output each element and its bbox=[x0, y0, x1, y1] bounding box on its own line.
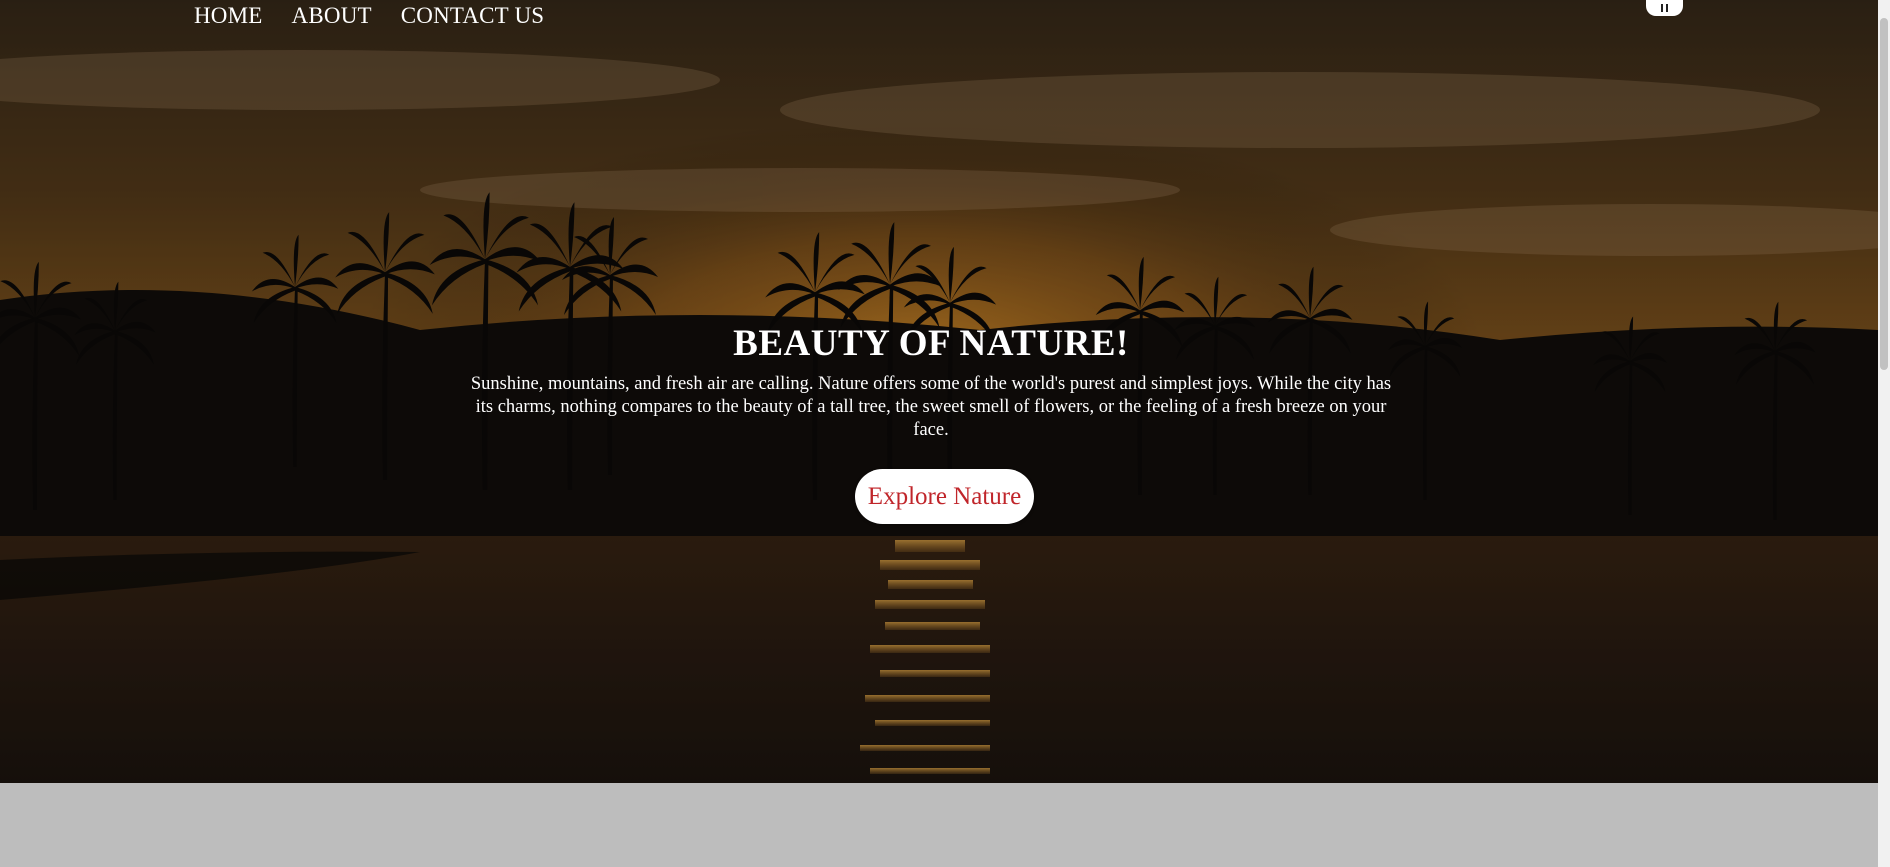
hero-section: HOME ABOUT CONTACT US BEAUTY OF NATURE! … bbox=[0, 0, 1878, 783]
page: HOME ABOUT CONTACT US BEAUTY OF NATURE! … bbox=[0, 0, 1878, 867]
menu-toggle-button[interactable] bbox=[1646, 0, 1683, 16]
page-scrollbar[interactable] bbox=[1878, 0, 1890, 867]
nav-link-contact-us[interactable]: CONTACT US bbox=[401, 3, 545, 29]
explore-nature-button[interactable]: Explore Nature bbox=[855, 469, 1034, 524]
hero-description: Sunshine, mountains, and fresh air are c… bbox=[470, 374, 1392, 440]
hero-content: BEAUTY OF NATURE! Sunshine, mountains, a… bbox=[466, 322, 1396, 442]
nav-link-about[interactable]: ABOUT bbox=[292, 3, 372, 29]
main-nav: HOME ABOUT CONTACT US bbox=[194, 3, 544, 29]
menu-icon bbox=[1661, 4, 1668, 12]
hero-title: BEAUTY OF NATURE! bbox=[733, 323, 1129, 364]
scrollbar-thumb[interactable] bbox=[1880, 18, 1888, 370]
nav-link-home[interactable]: HOME bbox=[194, 3, 263, 29]
